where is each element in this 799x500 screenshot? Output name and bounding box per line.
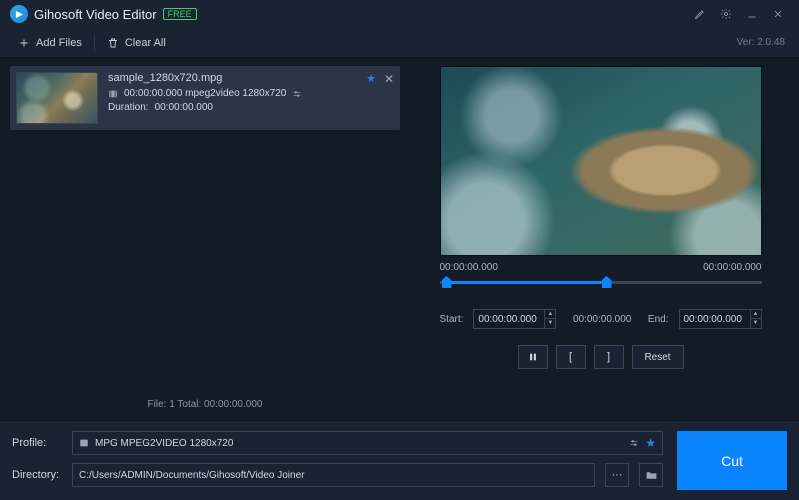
slider-handle-start[interactable] (442, 276, 452, 288)
duration-label: Duration: (108, 102, 149, 113)
duration-value: 00:00:00.000 (155, 102, 213, 113)
end-spinner[interactable]: ▲▼ (750, 310, 761, 328)
end-time-input[interactable] (680, 310, 750, 328)
add-files-button[interactable]: Add Files (10, 33, 90, 53)
directory-label: Directory: (12, 469, 62, 481)
file-thumbnail (16, 72, 98, 124)
film-icon (79, 438, 89, 448)
file-list: sample_1280x720.mpg 00:00:00.000 mpeg2vi… (10, 66, 400, 393)
mark-in-button[interactable]: [ (556, 345, 586, 369)
pause-button[interactable] (518, 345, 548, 369)
end-time-field[interactable]: ▲▼ (679, 309, 762, 329)
close-button[interactable] (765, 3, 791, 25)
timeline-end-label: 00:00:00.000 (703, 262, 761, 273)
app-title: Gihosoft Video Editor (34, 7, 157, 22)
playback-controls: [ ] Reset (440, 345, 762, 369)
add-files-label: Add Files (36, 37, 82, 49)
range-row: Start: ▲▼ 00:00:00.000 End: ▲▼ (440, 309, 762, 329)
profile-label: Profile: (12, 437, 62, 449)
directory-field[interactable]: C:/Users/ADMIN/Documents/Gihosoft/Video … (72, 463, 595, 487)
start-spinner[interactable]: ▲▼ (544, 310, 555, 328)
directory-row: Directory: C:/Users/ADMIN/Documents/Giho… (12, 463, 663, 487)
end-label: End: (648, 314, 669, 325)
toolbar-separator (94, 35, 95, 51)
slider-handle-end[interactable] (602, 276, 612, 288)
directory-value: C:/Users/ADMIN/Documents/Gihosoft/Video … (79, 470, 588, 481)
main-area: sample_1280x720.mpg 00:00:00.000 mpeg2vi… (0, 58, 799, 420)
file-metadata: sample_1280x720.mpg 00:00:00.000 mpeg2vi… (108, 72, 394, 124)
mark-out-button[interactable]: ] (594, 345, 624, 369)
toolbar: Add Files Clear All Ver: 2.0.48 (0, 28, 799, 58)
file-item[interactable]: sample_1280x720.mpg 00:00:00.000 mpeg2vi… (10, 66, 400, 130)
video-preview[interactable] (440, 66, 762, 256)
current-time: 00:00:00.000 (566, 314, 638, 325)
start-time-field[interactable]: ▲▼ (473, 309, 556, 329)
compose-icon[interactable] (687, 3, 713, 25)
timeline-labels: 00:00:00.000 00:00:00.000 (440, 262, 762, 273)
file-list-footer: File: 1 Total: 00:00:00.000 (10, 393, 400, 416)
preview-panel: 00:00:00.000 00:00:00.000 Start: ▲▼ 00:0… (412, 66, 789, 416)
trim-slider[interactable] (440, 275, 762, 291)
reset-button[interactable]: Reset (632, 345, 684, 369)
profile-field[interactable]: MPG MPEG2VIDEO 1280x720 ★ (72, 431, 663, 455)
folder-icon (645, 469, 658, 482)
version-label: Ver: 2.0.48 (737, 37, 785, 48)
start-time-input[interactable] (474, 310, 544, 328)
plus-icon (18, 37, 30, 49)
clear-all-button[interactable]: Clear All (99, 33, 174, 53)
file-list-panel: sample_1280x720.mpg 00:00:00.000 mpeg2vi… (10, 66, 400, 416)
bottom-bar: Profile: MPG MPEG2VIDEO 1280x720 ★ Direc… (0, 420, 799, 500)
start-label: Start: (440, 314, 464, 325)
settings-icon[interactable] (713, 3, 739, 25)
open-folder-button[interactable] (639, 463, 663, 487)
cut-button[interactable]: Cut (677, 431, 787, 490)
remove-file-icon[interactable]: ✕ (384, 72, 394, 86)
profile-value: MPG MPEG2VIDEO 1280x720 (95, 438, 623, 449)
trash-icon (107, 37, 119, 49)
free-badge: FREE (163, 8, 197, 20)
film-icon (108, 89, 118, 99)
slider-fill (446, 281, 608, 284)
favorite-profile-icon[interactable]: ★ (645, 436, 656, 450)
timeline-start-label: 00:00:00.000 (440, 262, 498, 273)
sliders-icon[interactable] (292, 89, 302, 99)
browse-button[interactable]: ··· (605, 463, 629, 487)
favorite-icon[interactable]: ★ (366, 72, 376, 85)
app-logo (10, 5, 28, 23)
titlebar: Gihosoft Video Editor FREE (0, 0, 799, 28)
sliders-icon[interactable] (629, 438, 639, 448)
profile-row: Profile: MPG MPEG2VIDEO 1280x720 ★ (12, 431, 663, 455)
minimize-button[interactable] (739, 3, 765, 25)
pause-icon (528, 352, 538, 362)
clear-all-label: Clear All (125, 37, 166, 49)
file-info: 00:00:00.000 mpeg2video 1280x720 (124, 88, 286, 99)
file-name: sample_1280x720.mpg (108, 72, 394, 84)
